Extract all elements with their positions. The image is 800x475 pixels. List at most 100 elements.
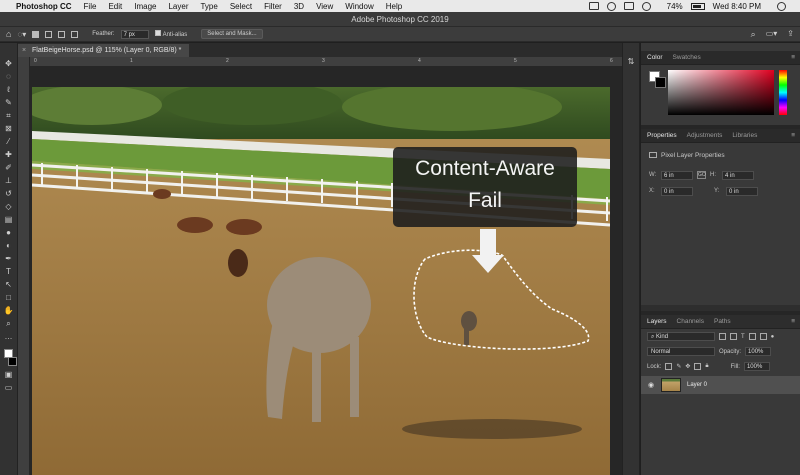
filter-toggle-icon[interactable]: ● (771, 334, 775, 340)
eyedropper-tool-icon[interactable]: ⁄ (4, 137, 14, 146)
menu-3d[interactable]: 3D (294, 2, 304, 11)
background-color-chip[interactable] (655, 77, 666, 88)
fill-field[interactable]: 100% (743, 362, 770, 371)
filter-adjustment-icon[interactable] (730, 333, 737, 340)
menu-window[interactable]: Window (345, 2, 373, 11)
frame-tool-icon[interactable]: ⊠ (4, 124, 14, 133)
width-field[interactable]: 6 in (661, 170, 693, 180)
lock-artboard-icon[interactable] (694, 363, 702, 370)
document-tab[interactable]: × FlatBeigeHorse.psd @ 115% (Layer 0, RG… (18, 44, 190, 57)
menu-clock[interactable]: Wed 8:40 PM (713, 2, 761, 11)
tab-layers[interactable]: Layers (647, 318, 667, 325)
rectangle-tool-icon[interactable]: □ (4, 293, 14, 302)
eye-icon[interactable]: ◉ (647, 381, 655, 389)
background-color-swatch[interactable] (7, 357, 17, 366)
history-brush-tool-icon[interactable]: ↺ (4, 189, 14, 198)
pen-tool-icon[interactable]: ✒ (4, 254, 14, 263)
crop-tool-icon[interactable]: ⌗ (4, 111, 14, 120)
menu-view[interactable]: View (316, 2, 333, 11)
opacity-field[interactable]: 100% (745, 347, 772, 356)
history-panel-icon[interactable]: ⇅ (626, 57, 636, 66)
lock-transparent-icon[interactable] (665, 363, 673, 370)
home-icon[interactable]: ⌂ (6, 29, 11, 39)
menu-select[interactable]: Select (230, 2, 252, 11)
gradient-tool-icon[interactable]: ▤ (4, 215, 14, 224)
foreground-color-swatch[interactable] (4, 349, 13, 358)
tab-swatches[interactable]: Swatches (673, 54, 701, 61)
wifi-icon[interactable] (641, 1, 651, 11)
panel-menu-icon[interactable]: ≡ (791, 318, 795, 325)
dodge-tool-icon[interactable]: ◐ (4, 241, 14, 250)
layer-row[interactable]: ◉ Layer 0 (641, 376, 800, 394)
clone-stamp-tool-icon[interactable]: ⊥ (4, 176, 14, 185)
menu-layer[interactable]: Layer (168, 2, 188, 11)
blur-tool-icon[interactable]: ● (4, 228, 14, 237)
menu-type[interactable]: Type (200, 2, 217, 11)
canvas-area[interactable] (30, 67, 622, 475)
layer-filter-select[interactable]: ⌕ Kind (647, 332, 715, 341)
tab-paths[interactable]: Paths (714, 318, 731, 325)
zoom-tool-icon[interactable]: ⌕ (4, 319, 14, 328)
panel-menu-icon[interactable]: ≡ (791, 54, 795, 61)
share-icon[interactable]: ⇪ (787, 29, 794, 40)
hue-slider[interactable] (779, 70, 787, 115)
blend-mode-select[interactable]: Normal (647, 347, 715, 356)
hand-tool-icon[interactable]: ✋ (4, 306, 14, 315)
quick-select-tool-icon[interactable]: ✎ (4, 98, 14, 107)
brush-tool-icon[interactable]: ✐ (4, 163, 14, 172)
eraser-tool-icon[interactable]: ◇ (4, 202, 14, 211)
menu-help[interactable]: Help (386, 2, 402, 11)
intersect-selection-icon[interactable] (71, 30, 79, 38)
filter-pixel-icon[interactable] (719, 333, 726, 340)
screen-mode-icon[interactable]: ▭ (4, 383, 14, 392)
lasso-tool-preset-icon[interactable]: ◌▾ (17, 30, 26, 39)
siri-icon[interactable] (777, 1, 786, 11)
battery-icon[interactable] (690, 2, 705, 10)
menu-filter[interactable]: Filter (264, 2, 282, 11)
panel-menu-icon[interactable]: ≡ (791, 132, 795, 139)
quick-mask-icon[interactable]: ▣ (4, 370, 14, 379)
search-icon[interactable]: ⌕ (751, 29, 756, 40)
move-tool-icon[interactable]: ✥ (4, 59, 14, 68)
filter-type-icon[interactable]: T (741, 334, 745, 340)
antialias-checkbox[interactable]: Anti-alias (154, 30, 187, 38)
subtract-selection-icon[interactable] (58, 30, 66, 38)
link-icon[interactable]: GO (697, 171, 706, 179)
x-field[interactable]: 0 in (661, 186, 693, 196)
menu-edit[interactable]: Edit (108, 2, 122, 11)
horizontal-ruler[interactable]: 0 1 2 3 4 5 6 (30, 57, 622, 67)
healing-brush-tool-icon[interactable]: ✚ (4, 150, 14, 159)
tab-channels[interactable]: Channels (677, 318, 704, 325)
y-field[interactable]: 0 in (726, 186, 758, 196)
screen-share-icon[interactable] (588, 2, 599, 10)
menu-app-name[interactable]: Photoshop CC (16, 2, 72, 11)
vpn-icon[interactable] (606, 1, 616, 11)
layer-name[interactable]: Layer 0 (687, 382, 707, 388)
menu-file[interactable]: File (84, 2, 97, 11)
tab-color[interactable]: Color (647, 54, 663, 61)
marquee-tool-icon[interactable]: ◌ (4, 72, 14, 81)
tab-properties[interactable]: Properties (647, 132, 677, 139)
tab-adjustments[interactable]: Adjustments (687, 132, 723, 139)
path-select-tool-icon[interactable]: ↖ (4, 280, 14, 289)
feather-input[interactable]: 7 px (120, 29, 149, 39)
height-field[interactable]: 4 in (722, 170, 754, 180)
lock-pixels-icon[interactable]: ✎ (676, 363, 681, 370)
select-and-mask-button[interactable]: Select and Mask... (201, 29, 263, 39)
color-picker-field[interactable] (668, 70, 774, 115)
tab-libraries[interactable]: Libraries (732, 132, 757, 139)
menu-image[interactable]: Image (134, 2, 156, 11)
vertical-ruler[interactable] (18, 57, 30, 475)
filter-smart-icon[interactable] (759, 333, 767, 340)
add-selection-icon[interactable] (45, 30, 53, 38)
airplay-icon[interactable] (623, 2, 634, 10)
more-tools-icon[interactable]: … (4, 332, 14, 341)
workspace-icon[interactable]: ▭▾ (766, 29, 778, 40)
filter-shape-icon[interactable] (748, 333, 756, 340)
lock-all-icon[interactable]: 🔒︎ (705, 363, 708, 370)
type-tool-icon[interactable]: T (4, 267, 14, 276)
close-tab-icon[interactable]: × (22, 44, 26, 57)
lock-position-icon[interactable]: ✥ (685, 363, 690, 370)
new-selection-icon[interactable] (32, 30, 40, 38)
lasso-tool-icon[interactable]: ℓ (4, 85, 14, 94)
